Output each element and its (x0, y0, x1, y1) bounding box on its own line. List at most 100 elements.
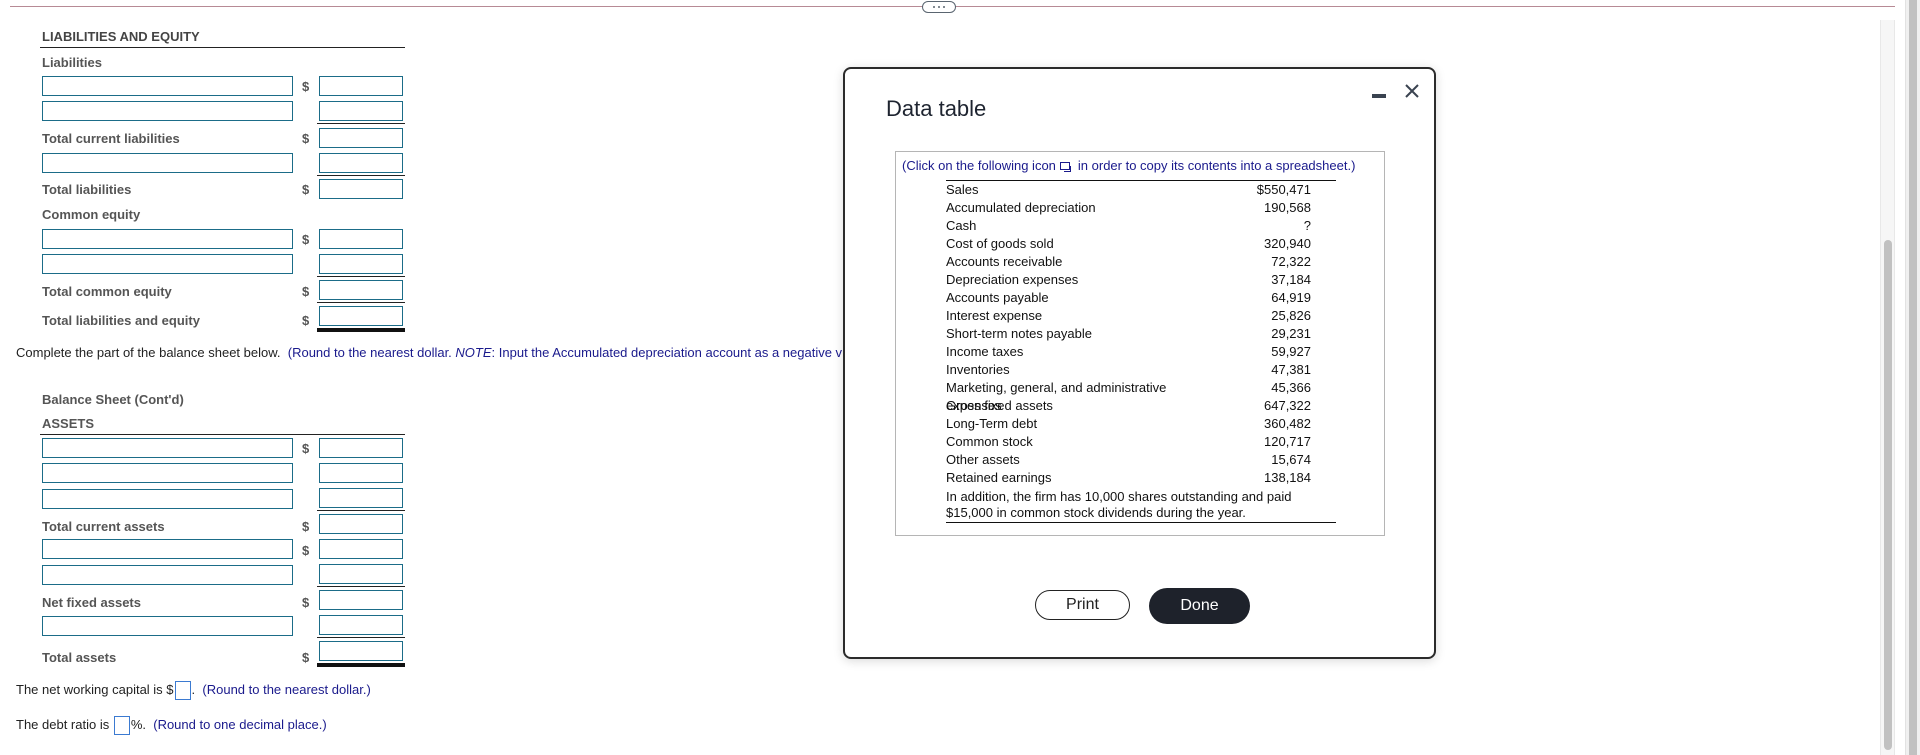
instruction-text: Complete the part of the balance sheet b… (16, 345, 842, 360)
debt-ratio-input[interactable] (113, 716, 130, 735)
table-row: Inventories 47,381 (946, 361, 1336, 379)
net-working-capital-input[interactable] (174, 681, 191, 700)
equity-account-name-2[interactable] (42, 254, 293, 274)
table-row: Depreciation expenses 37,184 (946, 271, 1336, 289)
debt-prefix: The debt ratio is (16, 716, 113, 732)
subtotal-rule (317, 637, 405, 638)
copy-to-spreadsheet-icon[interactable] (1059, 161, 1072, 172)
liability-account-name-2[interactable] (42, 101, 293, 121)
row-label: Other assets (946, 452, 1020, 467)
total-current-assets-input[interactable] (319, 514, 403, 534)
copy-note-after: in order to copy its contents into a spr… (1077, 158, 1356, 173)
total-current-assets-label: Total current assets (42, 519, 165, 534)
header-rule (40, 434, 405, 435)
row-label: Gross fixed assets (946, 398, 1053, 413)
liability-amount-2[interactable] (319, 101, 403, 121)
dollar-sign: $ (302, 519, 310, 534)
common-equity-label: Common equity (42, 207, 141, 222)
total-liabilities-and-equity-input[interactable] (319, 306, 403, 326)
hint-rest: : Input the Accumulated depreciation acc… (491, 345, 843, 360)
equity-account-name-1[interactable] (42, 229, 293, 249)
asset-account-name-2[interactable] (42, 463, 293, 483)
dot-icon (943, 6, 945, 8)
equity-amount-2[interactable] (319, 254, 403, 274)
table-row: Gross fixed assets 647,322 (946, 397, 1336, 415)
row-label: Accounts payable (946, 290, 1049, 305)
liability-account-name-3[interactable] (42, 153, 293, 173)
net-fixed-assets-input[interactable] (319, 590, 403, 610)
nwc-suffix: . (191, 681, 196, 697)
outer-scrollbar-thumb[interactable] (1909, 0, 1917, 755)
inner-scrollbar-thumb[interactable] (1884, 240, 1892, 750)
row-label: Income taxes (946, 344, 1024, 359)
fixed-asset-amount-1[interactable] (319, 539, 403, 559)
dollar-sign: $ (302, 232, 310, 247)
instruction-main: Complete the part of the balance sheet b… (16, 345, 281, 360)
subtotal-rule (317, 510, 405, 511)
asset-account-name-3[interactable] (42, 489, 293, 509)
close-icon[interactable] (1401, 80, 1423, 102)
data-table-dialog: Data table (Click on the following icon i… (843, 67, 1436, 659)
row-value: 190,568 (1264, 200, 1311, 215)
table-row: Common stock 120,717 (946, 433, 1336, 451)
dollar-sign: $ (302, 313, 310, 328)
data-table: Sales $550,471 Accumulated depreciation 190… (946, 180, 1336, 523)
table-row: Long-Term debt 360,482 (946, 415, 1336, 433)
table-bottom-rule (946, 522, 1336, 523)
grand-total-rule (317, 663, 405, 667)
header-rule (40, 47, 405, 48)
row-label: Short-term notes payable (946, 326, 1092, 341)
dollar-sign: $ (302, 441, 310, 456)
asset-amount-3[interactable] (319, 488, 403, 508)
table-row: Retained earnings 138,184 (946, 469, 1336, 487)
liabilities-label: Liabilities (42, 55, 102, 70)
print-button[interactable]: Print (1035, 590, 1130, 620)
other-asset-account-name[interactable] (42, 616, 293, 636)
net-fixed-assets-label: Net fixed assets (42, 595, 141, 610)
row-label: Long-Term debt (946, 416, 1038, 431)
total-common-equity-input[interactable] (319, 280, 403, 300)
subtotal-rule (317, 302, 405, 303)
row-value: 120,717 (1264, 434, 1311, 449)
asset-amount-1[interactable] (319, 438, 403, 458)
copy-note: (Click on the following icon in order to … (902, 158, 1355, 173)
row-label: Sales (946, 182, 979, 197)
total-assets-label: Total assets (42, 650, 117, 665)
liabilities-equity-header: LIABILITIES AND EQUITY (42, 29, 200, 44)
row-label: Inventories (946, 362, 1010, 377)
dollar-sign: $ (302, 284, 310, 299)
row-label: Retained earnings (946, 470, 1052, 485)
done-button[interactable]: Done (1149, 588, 1250, 624)
dollar-sign: $ (302, 595, 310, 610)
fixed-asset-amount-2[interactable] (319, 564, 403, 584)
dot-icon (938, 6, 940, 8)
expand-handle[interactable] (922, 1, 956, 13)
table-note: In addition, the firm has 10,000 shares … (946, 489, 1292, 520)
other-asset-amount[interactable] (319, 615, 403, 635)
nwc-prefix: The net working capital is $ (16, 681, 174, 697)
total-liabilities-input[interactable] (319, 179, 403, 199)
table-row: Cash? (946, 217, 1336, 235)
total-current-liabilities-input[interactable] (319, 128, 403, 148)
fixed-asset-account-name-1[interactable] (42, 539, 293, 559)
equity-amount-1[interactable] (319, 229, 403, 249)
assets-header: ASSETS (42, 416, 95, 431)
hint-prefix: (Round to the nearest dollar. (287, 345, 456, 360)
minimize-icon[interactable] (1372, 94, 1386, 98)
table-row: Accounts receivable 72,322 (946, 253, 1336, 271)
total-assets-input[interactable] (319, 641, 403, 661)
asset-account-name-1[interactable] (42, 438, 293, 458)
data-table-container: (Click on the following icon in order to … (895, 151, 1385, 536)
liability-amount-1[interactable] (319, 76, 403, 96)
liability-account-name-1[interactable] (42, 76, 293, 96)
row-value: 45,366 (1271, 380, 1311, 395)
table-rows: Sales $550,471 Accumulated depreciation 190… (946, 181, 1336, 487)
liability-amount-3[interactable] (319, 153, 403, 173)
fixed-asset-account-name-2[interactable] (42, 565, 293, 585)
dot-icon (933, 6, 935, 8)
instruction-hint: (Round to the nearest dollar. NOTE: Inpu… (288, 345, 842, 360)
asset-amount-2[interactable] (319, 463, 403, 483)
net-working-capital-question: The net working capital is $. (Round to … (16, 681, 371, 700)
grand-total-rule (317, 328, 405, 332)
nwc-hint: (Round to the nearest dollar.) (202, 681, 371, 697)
